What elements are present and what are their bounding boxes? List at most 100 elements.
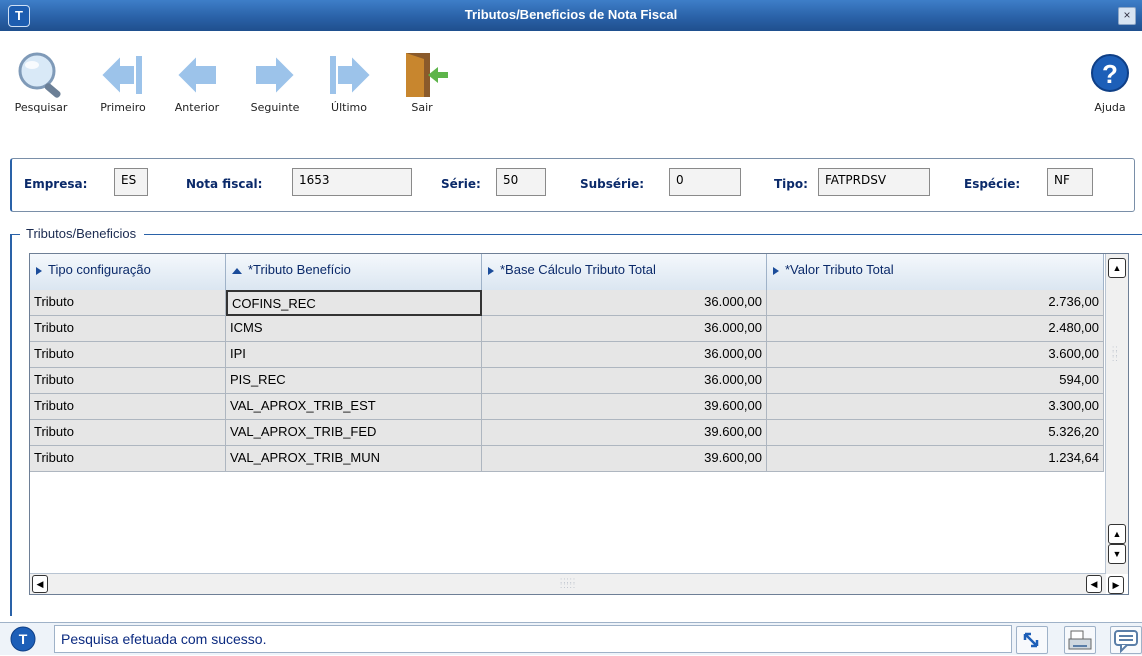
cell-valor[interactable]: 2.736,00 [767,290,1104,316]
nota-fiscal-field[interactable]: 1653 [292,168,412,196]
primeiro-label: Primeiro [100,101,146,114]
group-frame-line [10,234,1142,235]
ajuda-button[interactable]: ? Ajuda [1084,51,1136,131]
scroll-left-arrow-icon[interactable]: ◀ [32,575,48,593]
cell-tipo[interactable]: Tributo [30,316,226,342]
arrow-left-icon [175,52,218,98]
pesquisar-label: Pesquisar [14,101,68,114]
cell-tributo[interactable]: ICMS [226,316,482,342]
close-button[interactable]: × [1118,7,1136,25]
magnifier-icon [18,52,61,98]
especie-field[interactable]: NF [1047,168,1093,196]
title-bar: T Tributos/Beneficios de Nota Fiscal × [0,0,1142,32]
sort-arrow-icon [36,266,42,275]
anterior-button[interactable]: Anterior [166,51,228,131]
seguinte-label: Seguinte [250,101,300,114]
cell-tributo[interactable]: IPI [226,342,482,368]
col-header-label: *Tributo Benefício [248,262,351,277]
pesquisar-button[interactable]: Pesquisar [10,51,72,131]
subserie-label: Subsérie: [580,177,645,191]
seguinte-button[interactable]: Seguinte [244,51,306,131]
col-header-label: Tipo configuração [48,262,151,277]
exit-door-icon [406,53,448,97]
svg-text:?: ? [1102,59,1118,89]
cell-tipo[interactable]: Tributo [30,342,226,368]
scroll-grip-icon: :::::: [1112,344,1119,363]
sort-arrow-icon [488,266,494,275]
cell-tributo-selected[interactable]: COFINS_REC [226,290,482,316]
primeiro-button[interactable]: Primeiro [92,51,154,131]
scroll-grip-icon: :::::::::: [560,576,577,590]
sort-asc-icon [232,267,242,274]
toolbar: Pesquisar Primeiro Anterior Seguinte Últ… [0,31,1142,131]
cell-tributo[interactable]: VAL_APROX_TRIB_EST [226,394,482,420]
vertical-scrollbar[interactable]: ▲ :::::: ▲ ▼ [1105,254,1128,574]
cell-tipo[interactable]: Tributo [30,368,226,394]
empresa-field[interactable]: ES [114,168,148,196]
cell-valor[interactable]: 3.600,00 [767,342,1104,368]
chat-icon[interactable] [1110,626,1142,654]
app-logo-icon: T [10,626,36,652]
ultimo-label: Último [331,101,367,114]
cell-base[interactable]: 39.600,00 [482,446,767,472]
tributos-grid: Tipo configuração *Tributo Benefício *Ba… [29,253,1129,595]
status-bar: T Pesquisa efetuada com sucesso. [0,622,1142,655]
cell-valor[interactable]: 2.480,00 [767,316,1104,342]
group-label: Tributos/Beneficios [20,226,145,241]
cell-valor[interactable]: 5.326,20 [767,420,1104,446]
col-header-label: *Valor Tributo Total [785,262,894,277]
scroll-down-arrow-icon[interactable]: ▼ [1108,544,1126,564]
cell-tipo[interactable]: Tributo [30,446,226,472]
cell-base[interactable]: 36.000,00 [482,290,767,316]
col-header-base[interactable]: *Base Cálculo Tributo Total [482,254,767,290]
especie-label: Espécie: [964,177,1021,191]
serie-field[interactable]: 50 [496,168,546,196]
help-icon: ? [1091,54,1129,92]
scroll-up-arrow-icon[interactable]: ▲ [1108,258,1126,278]
status-message: Pesquisa efetuada com sucesso. [61,631,267,647]
cell-tipo[interactable]: Tributo [30,420,226,446]
print-icon[interactable] [1064,626,1096,654]
svg-text:T: T [19,631,28,647]
sort-arrow-icon [773,266,779,275]
nota-fiscal-label: Nota fiscal: [186,177,263,191]
anterior-label: Anterior [174,101,220,114]
grid-header: Tipo configuração *Tributo Benefício *Ba… [30,254,1104,291]
cell-valor[interactable]: 594,00 [767,368,1104,394]
col-header-label: *Base Cálculo Tributo Total [500,262,656,277]
tipo-field[interactable]: FATPRDSV [818,168,930,196]
col-header-valor[interactable]: *Valor Tributo Total [767,254,1104,290]
cell-tipo[interactable]: Tributo [30,394,226,420]
first-record-icon [99,52,144,98]
last-record-icon [328,52,373,98]
cell-valor[interactable]: 1.234,64 [767,446,1104,472]
cell-tributo[interactable]: PIS_REC [226,368,482,394]
scroll-page-up-icon[interactable]: ▲ [1108,524,1126,544]
cell-base[interactable]: 36.000,00 [482,342,767,368]
ajuda-label: Ajuda [1094,101,1126,114]
cell-tipo[interactable]: Tributo [30,290,226,316]
cell-tributo[interactable]: VAL_APROX_TRIB_MUN [226,446,482,472]
subserie-field[interactable]: 0 [669,168,741,196]
tipo-label: Tipo: [774,177,808,191]
cell-base[interactable]: 36.000,00 [482,368,767,394]
arrow-right-icon [254,52,297,98]
col-header-tipo[interactable]: Tipo configuração [30,254,226,290]
cell-base[interactable]: 36.000,00 [482,316,767,342]
resize-icon[interactable] [1016,626,1048,654]
scroll-left-arrow-icon[interactable]: ◀ [1086,575,1102,593]
group-frame-left [10,234,12,616]
window-title: Tributos/Beneficios de Nota Fiscal [464,7,678,22]
status-message-box: Pesquisa efetuada com sucesso. [54,625,1012,653]
empresa-label: Empresa: [24,177,88,191]
horizontal-scrollbar[interactable]: ◀ :::::::::: ◀ [30,573,1106,594]
col-header-tributo[interactable]: *Tributo Benefício [226,254,482,290]
sair-button[interactable]: Sair [394,51,450,131]
cell-tributo[interactable]: VAL_APROX_TRIB_FED [226,420,482,446]
cell-base[interactable]: 39.600,00 [482,420,767,446]
ultimo-button[interactable]: Último [318,51,380,131]
scroll-right-arrow-icon[interactable]: ▶ [1108,576,1124,594]
cell-valor[interactable]: 3.300,00 [767,394,1104,420]
serie-label: Série: [441,177,481,191]
cell-base[interactable]: 39.600,00 [482,394,767,420]
